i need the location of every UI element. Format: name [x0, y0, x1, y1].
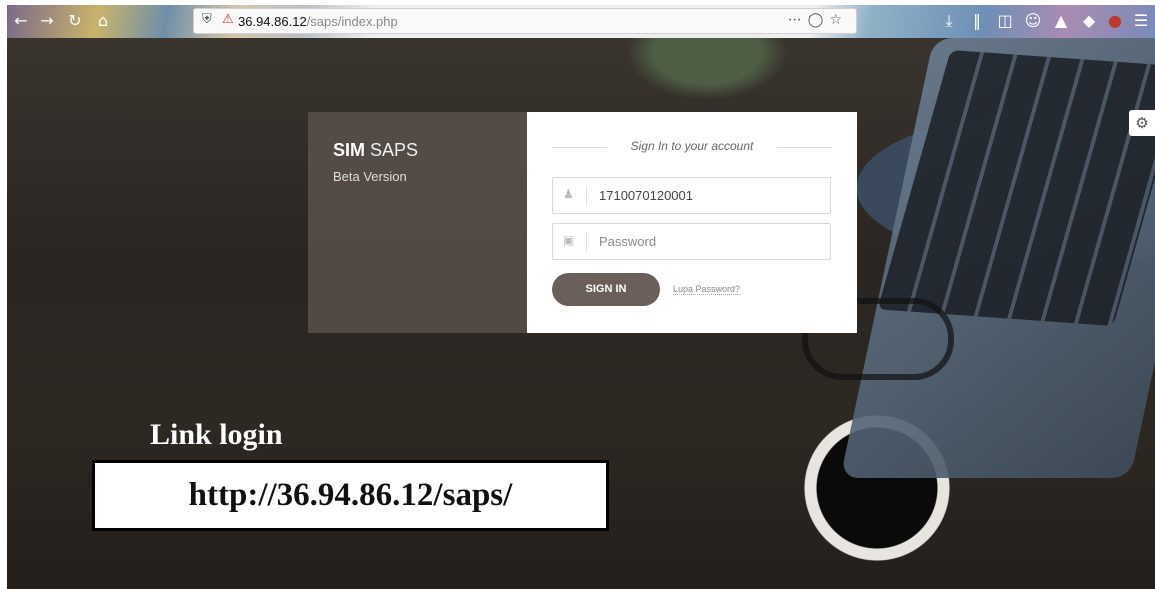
brand-panel: SIM SAPS Beta Version — [308, 112, 528, 333]
app-title: SIM SAPS — [333, 140, 418, 161]
insecure-lock-icon[interactable]: ⚠ — [222, 12, 234, 27]
keyboard-decoration — [877, 49, 1155, 327]
library-icon[interactable]: ‖ — [967, 11, 987, 31]
extension-icon[interactable]: ▲ — [1051, 11, 1071, 31]
back-icon[interactable]: ← — [11, 11, 31, 31]
screenshot-frame: ← → ↻ ⌂ ⛨ ⚠ 36.94.86.12/saps/index.php ⋯… — [7, 5, 1155, 589]
user-icon: ♟ — [563, 187, 574, 201]
reload-icon[interactable]: ↻ — [65, 11, 85, 31]
password-placeholder: Password — [599, 234, 657, 249]
url-text[interactable]: 36.94.86.12/saps/index.php — [238, 14, 398, 29]
lock-icon: ▣ — [563, 233, 575, 247]
login-form: Sign In to your account ♟ 1710070120001 … — [527, 112, 857, 333]
settings-gear-icon[interactable]: ⚙ — [1129, 110, 1155, 136]
page-background: ⚙ SIM SAPS Beta Version Sign In to your … — [7, 38, 1155, 589]
form-heading: Sign In to your account — [527, 139, 857, 153]
menu-icon[interactable]: ☰ — [1131, 11, 1151, 31]
app-subtitle: Beta Version — [333, 169, 407, 184]
annotation-url-box: http://36.94.86.12/saps/ — [92, 460, 609, 531]
pocket-icon[interactable]: ◯ — [808, 12, 830, 28]
annotation-label: Link login — [150, 418, 283, 451]
address-bar[interactable]: ⛨ ⚠ 36.94.86.12/saps/index.php ⋯◯☆ — [193, 8, 857, 34]
account-icon[interactable]: ☺ — [1023, 11, 1043, 31]
home-icon[interactable]: ⌂ — [93, 11, 113, 31]
password-field[interactable]: ▣ Password — [552, 223, 831, 260]
shield-icon[interactable]: ⛨ — [202, 12, 212, 27]
plant-decoration — [612, 38, 802, 108]
username-field[interactable]: ♟ 1710070120001 — [552, 177, 831, 214]
extension-icon[interactable]: ◆ — [1079, 11, 1099, 31]
app-title-bold: SIM — [333, 140, 366, 160]
browser-toolbar: ← → ↻ ⌂ ⛨ ⚠ 36.94.86.12/saps/index.php ⋯… — [7, 5, 1155, 38]
field-divider — [586, 232, 587, 252]
more-actions-icon[interactable]: ⋯ — [788, 12, 808, 28]
forgot-password-link[interactable]: Lupa Password? — [673, 284, 741, 295]
username-value: 1710070120001 — [599, 188, 693, 203]
app-title-light: SAPS — [370, 140, 419, 160]
forward-icon[interactable]: → — [37, 11, 57, 31]
url-path: /saps/index.php — [306, 14, 398, 29]
page-actions[interactable]: ⋯◯☆ — [788, 12, 848, 28]
sidebar-icon[interactable]: ◫ — [995, 11, 1015, 31]
field-divider — [586, 186, 587, 206]
url-host: 36.94.86.12 — [238, 14, 307, 29]
ublock-icon[interactable]: ● — [1105, 11, 1125, 31]
sign-in-button[interactable]: SIGN IN — [552, 273, 660, 306]
download-icon[interactable]: ⤓ — [939, 11, 959, 31]
bookmark-star-icon[interactable]: ☆ — [829, 12, 848, 28]
